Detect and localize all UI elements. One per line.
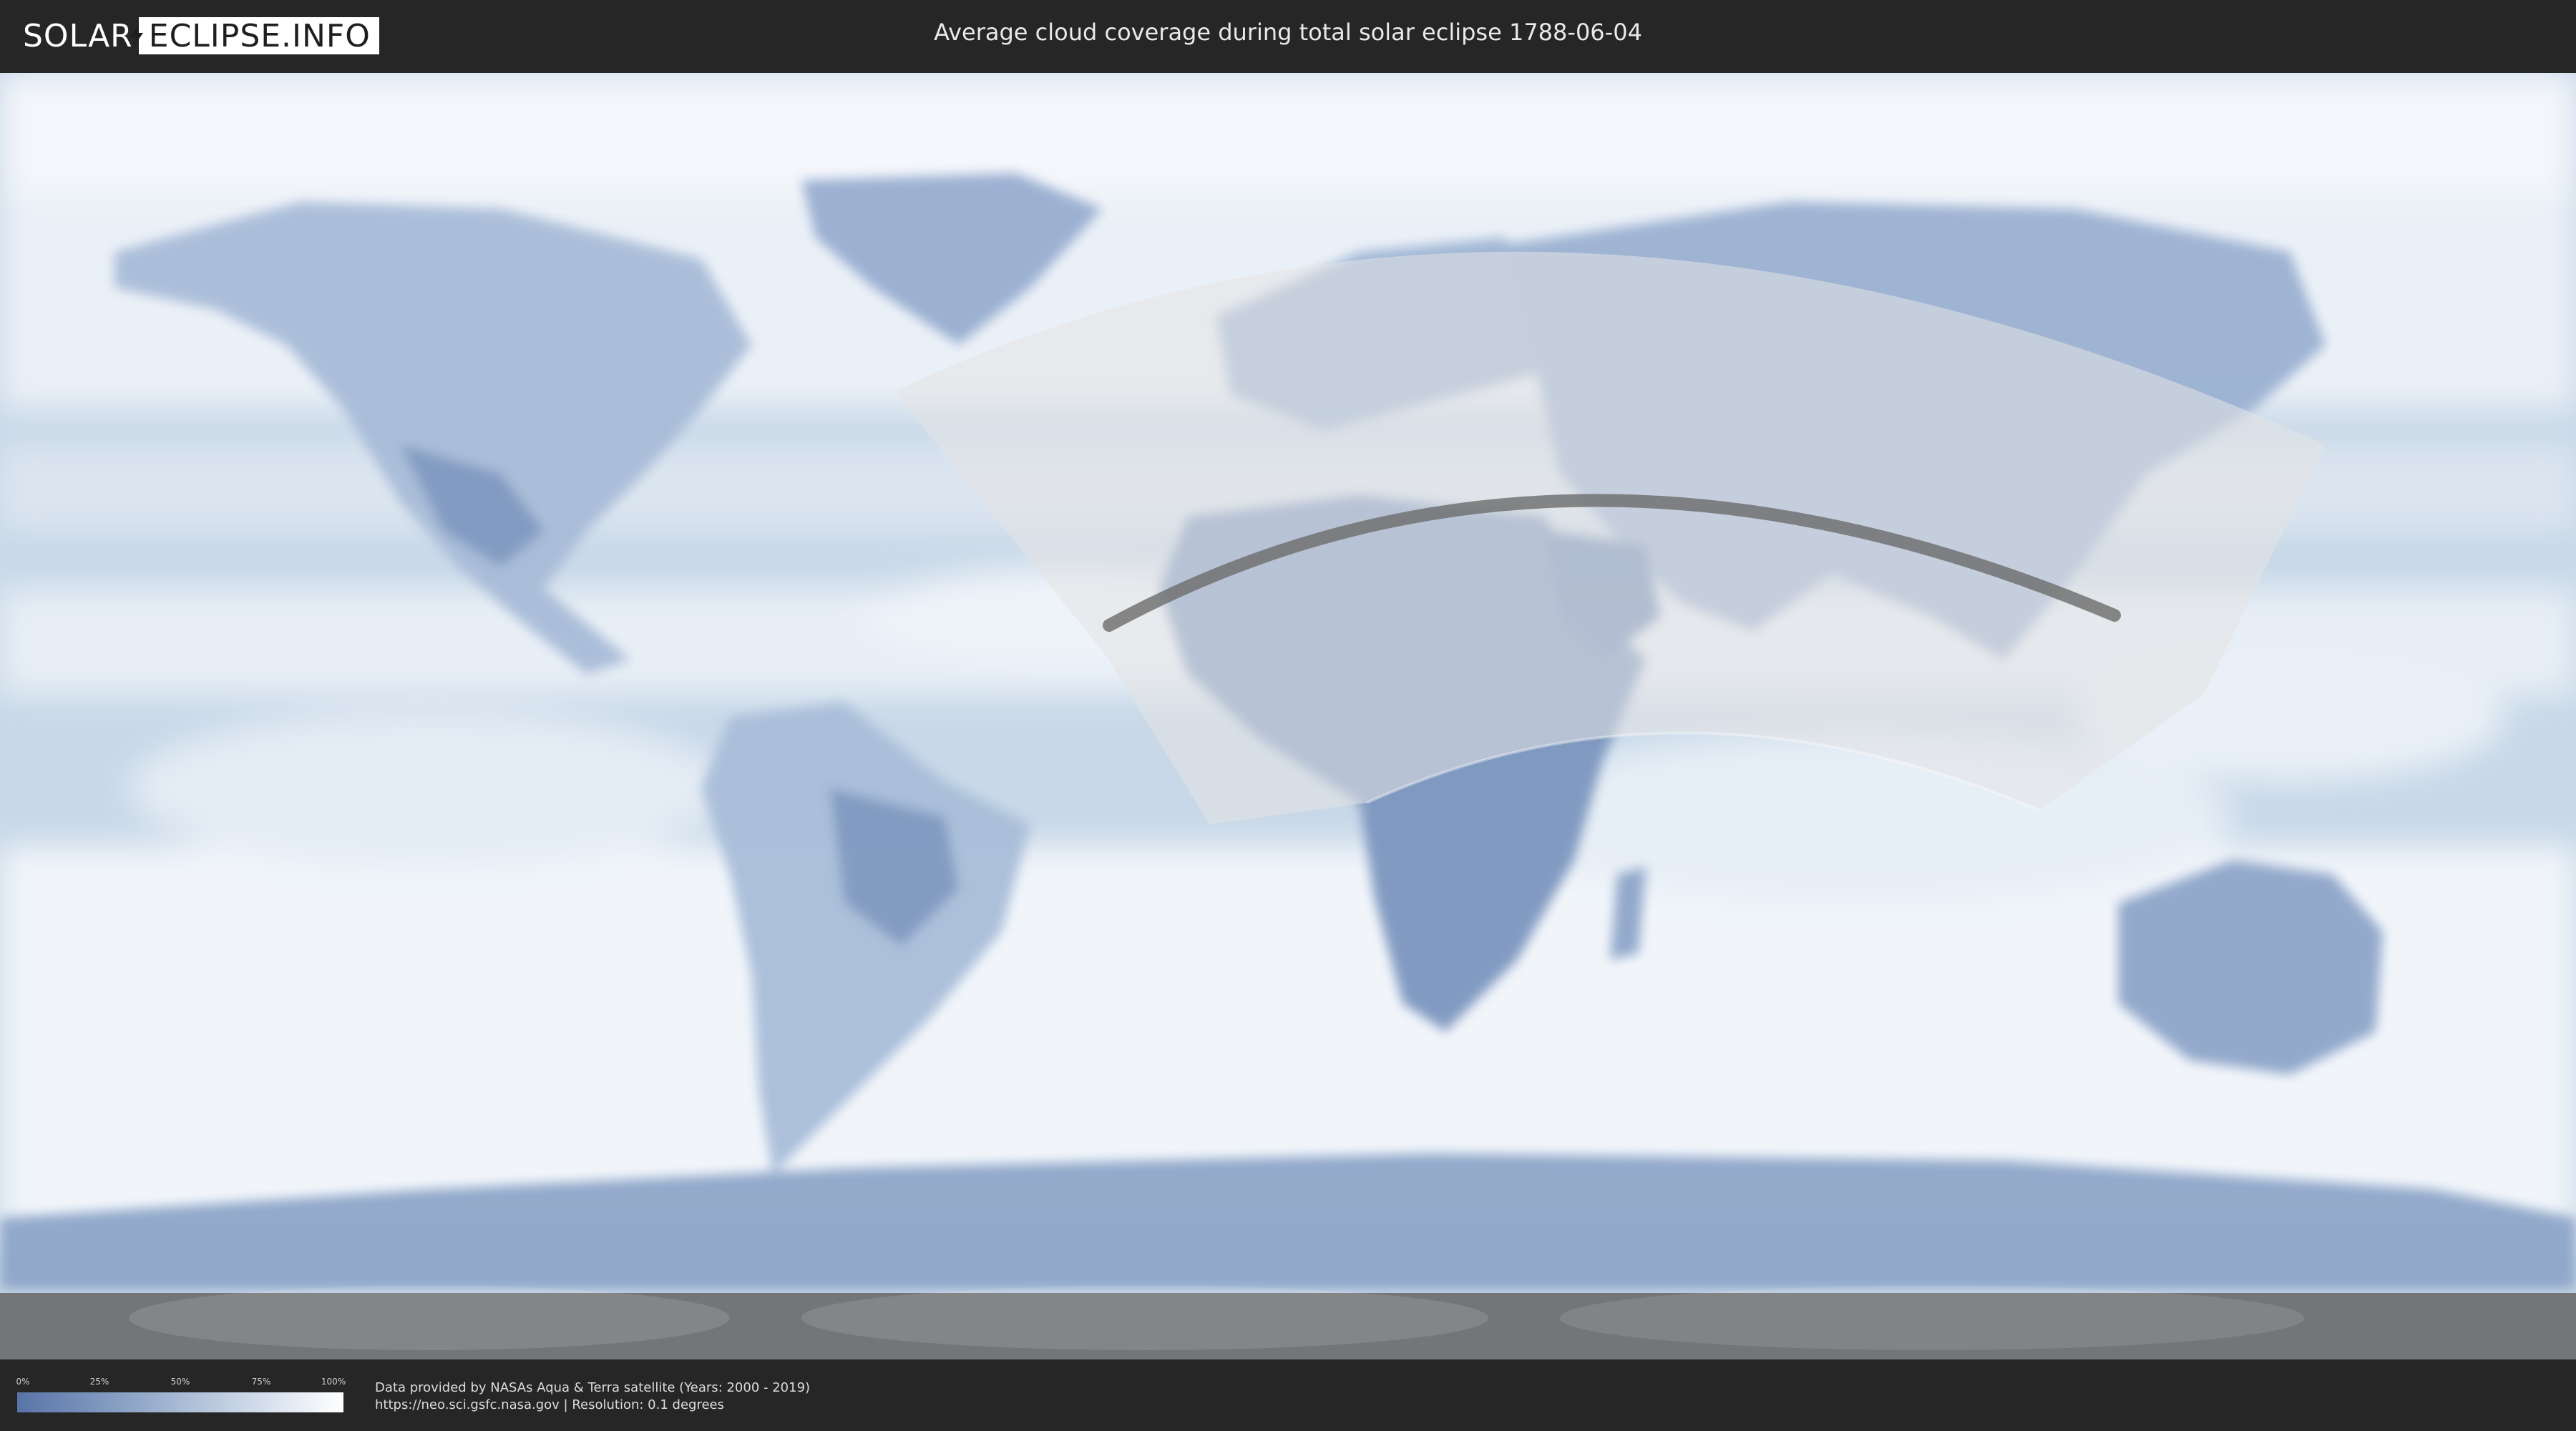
credit-line-1: Data provided by NASAs Aqua & Terra sate… bbox=[375, 1380, 811, 1395]
map-canvas bbox=[0, 73, 2576, 1359]
polar-arc bbox=[1560, 1286, 2304, 1350]
page-title: Average cloud coverage during total sola… bbox=[934, 19, 1642, 46]
world-cloud-map[interactable] bbox=[0, 73, 2576, 1359]
legend-tick-75: 75% bbox=[251, 1377, 271, 1387]
header-bar: SOLAR ECLIPSE.INFO Average cloud coverag… bbox=[0, 0, 2576, 72]
legend-tick-100: 100% bbox=[321, 1377, 346, 1387]
footer-bar: 0% 25% 50% 75% 100% Data provided by NAS… bbox=[0, 1359, 2576, 1431]
data-credits: Data provided by NASAs Aqua & Terra sate… bbox=[375, 1379, 810, 1414]
polar-arc bbox=[129, 1286, 730, 1350]
polar-arc bbox=[801, 1286, 1488, 1350]
legend-tick-25: 25% bbox=[89, 1377, 109, 1387]
legend-tick-0: 0% bbox=[16, 1377, 30, 1387]
credit-line-2: https://neo.sci.gsfc.nasa.gov | Resoluti… bbox=[375, 1397, 724, 1412]
legend-tick-50: 50% bbox=[170, 1377, 190, 1387]
legend-gradient-bar bbox=[17, 1392, 343, 1412]
